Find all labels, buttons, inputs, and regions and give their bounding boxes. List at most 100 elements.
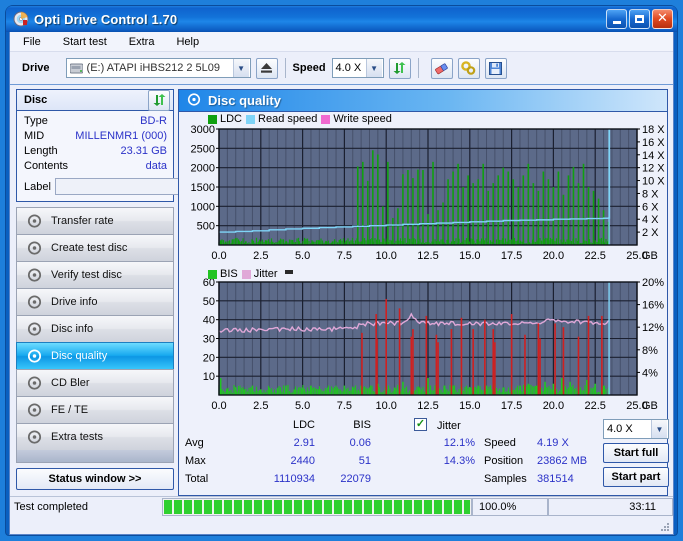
svg-text:22.5: 22.5 (584, 400, 605, 412)
svg-text:10: 10 (203, 371, 215, 383)
disc-refresh-button[interactable] (148, 90, 170, 111)
svg-text:12.5: 12.5 (417, 400, 438, 412)
svg-text:8 X: 8 X (642, 188, 659, 200)
sidebar-item-create-test-disc[interactable]: Create test disc (16, 234, 174, 261)
status-bar: Test completed 100.0% 33:11 (10, 496, 673, 516)
menu-item-extra[interactable]: Extra (126, 34, 158, 50)
chevron-down-icon[interactable]: ▼ (651, 420, 667, 438)
disc-icon (27, 295, 42, 309)
stats-speed-label: Speed (484, 437, 516, 449)
sidebar-item-drive-info[interactable]: Drive info (16, 288, 174, 315)
test-speed-select[interactable]: 4.0 X ▼ (603, 419, 669, 439)
sidebar-item-disc-info[interactable]: Disc info (16, 315, 174, 342)
progress-percent: 100.0% (472, 498, 548, 516)
toolbar-separator (418, 58, 419, 78)
stats-jitter-max: 14.3% (415, 455, 475, 467)
start-full-button[interactable]: Start full (603, 443, 669, 463)
sidebar-item-cd-bler[interactable]: CD Bler (16, 369, 174, 396)
jitter-checkbox[interactable]: ✓ (414, 418, 427, 431)
disc-field-contents: Contents data (24, 159, 167, 174)
menu-item-start-test[interactable]: Start test (60, 34, 110, 50)
stats-samples-label: Samples (484, 473, 527, 485)
legend-item-ldc: LDC (208, 113, 242, 125)
refresh-button[interactable] (389, 58, 411, 79)
disc-field-key: Type (24, 114, 48, 129)
sidebar-item-label: FE / TE (51, 404, 88, 416)
speed-label: Speed (293, 62, 326, 74)
disc-icon (27, 349, 42, 363)
menu-item-help[interactable]: Help (173, 34, 202, 50)
resize-grip-icon[interactable] (660, 522, 670, 532)
disc-field-value: data (146, 159, 167, 174)
svg-text:20: 20 (203, 352, 215, 364)
sidebar-item-fe-te[interactable]: FE / TE (16, 396, 174, 423)
chevron-down-icon[interactable]: ▼ (366, 59, 382, 77)
disc-panel-title: Disc (24, 94, 47, 106)
svg-text:18 X: 18 X (642, 124, 665, 136)
svg-text:22.5: 22.5 (584, 250, 605, 262)
chart-canvas-bottom: 60504030201020%16%12%8%4%0.0 2.5 5.0 7.5 10.… (179, 267, 675, 417)
menu-item-file[interactable]: File (20, 34, 44, 50)
legend-swatch (242, 270, 251, 279)
svg-text:2.5: 2.5 (253, 400, 268, 412)
stats-position-label: Position (484, 455, 523, 467)
legend-label: LDC (220, 113, 242, 125)
disc-field-key: MID (24, 129, 44, 144)
svg-text:2000: 2000 (191, 163, 215, 175)
checkbox-box[interactable]: ✓ (414, 418, 427, 431)
content-header: Disc quality (179, 90, 667, 112)
close-button[interactable]: ✕ (652, 9, 673, 29)
nav-list: Transfer rate Create test disc Verify te… (16, 207, 174, 463)
eraser-button[interactable] (431, 58, 453, 79)
sidebar-item-label: Transfer rate (51, 215, 114, 227)
svg-text:12%: 12% (642, 322, 664, 334)
sidebar-item-label: Verify test disc (51, 269, 122, 281)
minimize-button[interactable] (606, 9, 627, 29)
chart-bis-jitter: BIS Jitter 60 50 40 30 20 10 20% 16% 12% 8% 4% 0.0 2… (179, 267, 667, 417)
disc-icon (27, 241, 42, 255)
save-button[interactable] (485, 58, 507, 79)
chart-legend-bottom: BIS Jitter (208, 268, 293, 280)
disc-info-panel: Disc Type BD-R MID MILLENMR1 (000) Lengt… (16, 89, 174, 202)
legend-item-jitter: Jitter (242, 268, 278, 280)
svg-text:2 X: 2 X (642, 227, 659, 239)
disc-icon (27, 430, 42, 444)
eject-button[interactable] (256, 58, 278, 79)
status-text: Test completed (10, 498, 162, 516)
stats-row-total: Total (185, 473, 208, 485)
svg-text:10.0: 10.0 (375, 400, 396, 412)
legend-label: Read speed (258, 113, 317, 125)
disc-label-row: Label (24, 176, 167, 197)
svg-text:0.0: 0.0 (211, 250, 226, 262)
svg-text:16%: 16% (642, 300, 664, 312)
sidebar-item-transfer-rate[interactable]: Transfer rate (16, 207, 174, 234)
stats-col-bis: BIS (331, 419, 371, 431)
disc-field-length: Length 23.31 GB (24, 144, 167, 159)
menu-bar: File Start test Extra Help (10, 32, 673, 52)
legend-marker-dark (285, 270, 293, 274)
chart-canvas-top: 3000250020001500100050018 X16 X14 X12 X1… (179, 112, 675, 267)
svg-text:5.0: 5.0 (295, 400, 310, 412)
svg-text:17.5: 17.5 (501, 400, 522, 412)
svg-text:10.0: 10.0 (375, 250, 396, 262)
drive-select[interactable]: (E:) ATAPI iHBS212 2 5L09 ▼ (66, 58, 251, 78)
chevron-down-icon[interactable]: ▼ (233, 59, 249, 77)
speed-select[interactable]: 4.0 X ▼ (332, 58, 384, 78)
sidebar-item-verify-test-disc[interactable]: Verify test disc (16, 261, 174, 288)
sidebar-item-disc-quality[interactable]: Disc quality (16, 342, 174, 369)
svg-text:6 X: 6 X (642, 201, 659, 213)
svg-text:20.0: 20.0 (543, 400, 564, 412)
sidebar-item-label: Drive info (51, 296, 97, 308)
check-icon: ✓ (416, 419, 425, 430)
disc-icon (27, 322, 42, 336)
svg-text:12 X: 12 X (642, 163, 665, 175)
maximize-button[interactable] (629, 9, 650, 29)
sidebar-item-extra-tests[interactable]: Extra tests (16, 423, 174, 450)
svg-text:2.5: 2.5 (253, 250, 268, 262)
sidebar-item-label: Create test disc (51, 242, 127, 254)
disc-icon (27, 376, 42, 390)
disc-panel-header: Disc (17, 90, 173, 111)
tools-button[interactable] (458, 58, 480, 79)
status-window-button[interactable]: Status window >> (16, 468, 174, 490)
start-part-button[interactable]: Start part (603, 467, 669, 487)
